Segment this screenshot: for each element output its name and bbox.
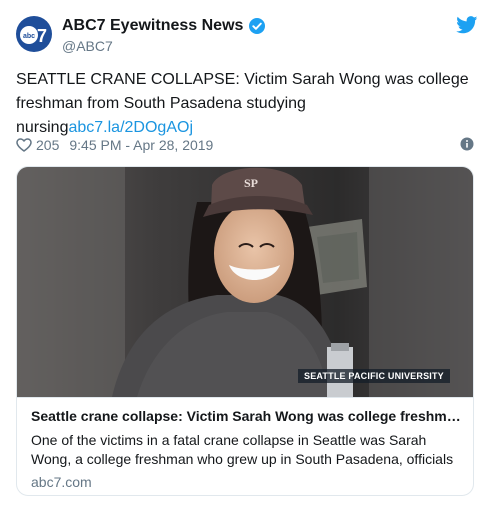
card-image[interactable]: SP <box>17 167 474 397</box>
abc7-logo-avatar[interactable]: abc 7 <box>16 16 52 52</box>
tweet-header: abc 7 ABC7 Eyewitness News @ABC7 <box>16 12 478 58</box>
link-card[interactable]: SP SEATTLE PACIFIC UNIVERSITY Seattle cr… <box>16 166 474 496</box>
tweet-link[interactable]: abc7.la/2DOgAOj <box>68 119 193 136</box>
account-handle[interactable]: @ABC7 <box>62 38 113 54</box>
card-body: Seattle crane collapse: Victim Sarah Won… <box>17 397 473 495</box>
card-title[interactable]: Seattle crane collapse: Victim Sarah Won… <box>31 408 461 424</box>
logo-number-text: 7 <box>37 26 47 46</box>
tweet-timestamp[interactable]: 9:45 PM - Apr 28, 2019 <box>69 137 213 153</box>
twitter-bird-icon[interactable] <box>456 16 478 34</box>
display-name-row: ABC7 Eyewitness News <box>62 17 266 35</box>
info-icon[interactable] <box>460 137 474 151</box>
display-name[interactable]: ABC7 Eyewitness News <box>62 17 243 35</box>
image-caption: SEATTLE PACIFIC UNIVERSITY <box>298 369 450 383</box>
cap-logo-text: SP <box>244 176 258 190</box>
card-description: One of the victims in a fatal crane coll… <box>31 432 454 467</box>
like-count[interactable]: 205 <box>36 137 59 153</box>
logo-abc-text: abc <box>23 33 35 40</box>
tweet-text: SEATTLE CRANE COLLAPSE: Victim Sarah Won… <box>16 68 474 140</box>
tweet-meta: 205 9:45 PM - Apr 28, 2019 <box>16 136 474 154</box>
verified-badge-icon <box>249 18 266 34</box>
card-domain[interactable]: abc7.com <box>31 474 92 490</box>
heart-icon[interactable] <box>16 138 32 152</box>
